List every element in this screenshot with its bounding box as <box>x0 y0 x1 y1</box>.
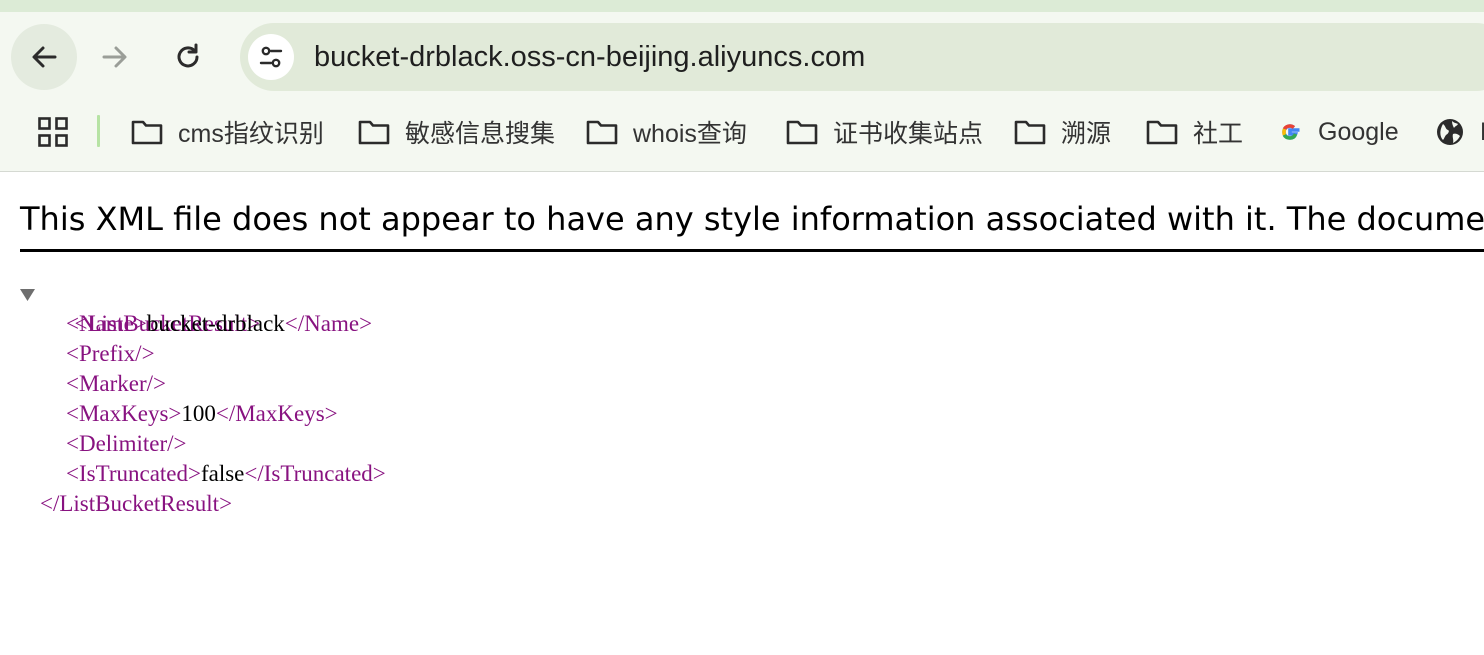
bookmarks-bar: cms指纹识别 敏感信息搜集 whois查询 证书收集站点 溯源 社工 Goog… <box>0 102 1484 172</box>
bookmark-label: 证书收集站点 <box>833 120 984 148</box>
bookmark-label: 溯源 <box>1061 120 1112 148</box>
bookmark-label: F <box>1480 118 1484 147</box>
xml-tag: <Marker/> <box>66 371 167 396</box>
reload-icon <box>177 43 199 68</box>
folder-icon <box>358 120 390 145</box>
forward-arrow-icon <box>102 46 127 68</box>
browser-toolbar: bucket-drblack.oss-cn-beijing.aliyuncs.c… <box>0 12 1484 102</box>
bookmark-label: 敏感信息搜集 <box>405 120 556 148</box>
bookmark-google[interactable]: Google <box>1277 102 1399 162</box>
xml-name-line: <Name>bucket-drblack</Name> <box>20 309 386 339</box>
site-info-button[interactable] <box>248 34 294 80</box>
xml-tag: <IsTruncated> <box>66 461 201 486</box>
apps-button[interactable] <box>38 117 68 152</box>
forward-button[interactable] <box>82 24 148 90</box>
url-text[interactable]: bucket-drblack.oss-cn-beijing.aliyuncs.c… <box>314 23 865 91</box>
xml-istruncated-line: <IsTruncated>false</IsTruncated> <box>20 459 386 489</box>
google-icon <box>1282 124 1300 140</box>
xml-tag: <Prefix/> <box>66 341 155 366</box>
globe-icon <box>1437 119 1463 145</box>
bookmark-label: cms指纹识别 <box>178 120 324 148</box>
xml-tag: </MaxKeys> <box>215 401 338 426</box>
address-bar[interactable]: bucket-drblack.oss-cn-beijing.aliyuncs.c… <box>240 23 1484 91</box>
back-arrow-icon <box>32 46 57 68</box>
bookmark-folder-whois[interactable]: whois查询 <box>586 102 747 162</box>
page-content: This XML file does not appear to have an… <box>0 172 1484 655</box>
xml-delimiter-line: <Delimiter/> <box>20 429 386 459</box>
xml-maxkeys-line: <MaxKeys>100</MaxKeys> <box>20 399 386 429</box>
xml-root-close-line: </ListBucketResult> <box>20 489 386 519</box>
xml-tag: <Name> <box>66 311 147 336</box>
xml-value: bucket-drblack <box>146 311 285 336</box>
collapse-toggle[interactable] <box>20 279 40 309</box>
folder-icon <box>131 120 163 145</box>
bookmark-folder-trace[interactable]: 溯源 <box>1014 102 1111 162</box>
xml-value: 100 <box>181 401 216 426</box>
xml-value: false <box>200 461 245 486</box>
window-top-strip <box>0 0 1484 12</box>
bookmark-folder-cms[interactable]: cms指纹识别 <box>131 102 324 162</box>
bookmark-label: 社工 <box>1193 120 1244 148</box>
xml-tree: <ListBucketResult> <Name>bucket-drblack<… <box>20 279 386 519</box>
xml-tag: </ListBucketResult> <box>40 491 233 516</box>
reload-button[interactable] <box>155 24 221 90</box>
xml-info-banner: This XML file does not appear to have an… <box>20 200 1484 238</box>
bookmark-label: Google <box>1318 117 1399 146</box>
folder-icon <box>786 120 818 145</box>
triangle-down-icon <box>20 288 35 301</box>
xml-tag: </IsTruncated> <box>244 461 386 486</box>
xml-prefix-line: <Prefix/> <box>20 339 386 369</box>
xml-tag: <MaxKeys> <box>66 401 182 426</box>
back-button[interactable] <box>11 24 77 90</box>
banner-rule <box>20 249 1484 252</box>
site-info-icon <box>259 46 283 68</box>
bookmark-folder-social-engineering[interactable]: 社工 <box>1146 102 1243 162</box>
bookmarks-separator <box>97 115 100 147</box>
apps-grid-icon <box>38 117 68 147</box>
folder-icon <box>1146 120 1178 145</box>
xml-tag: <Delimiter/> <box>66 431 187 456</box>
bookmark-label: whois查询 <box>633 120 747 148</box>
folder-icon <box>586 120 618 145</box>
bookmark-folder-sensitive-info[interactable]: 敏感信息搜集 <box>358 102 555 162</box>
xml-root-open-line: <ListBucketResult> <box>20 279 386 336</box>
bookmark-folder-certificates[interactable]: 证书收集站点 <box>786 102 983 162</box>
xml-tag: </Name> <box>284 311 373 336</box>
bookmark-globe[interactable]: F <box>1435 102 1484 162</box>
folder-icon <box>1014 120 1046 145</box>
xml-marker-line: <Marker/> <box>20 369 386 399</box>
